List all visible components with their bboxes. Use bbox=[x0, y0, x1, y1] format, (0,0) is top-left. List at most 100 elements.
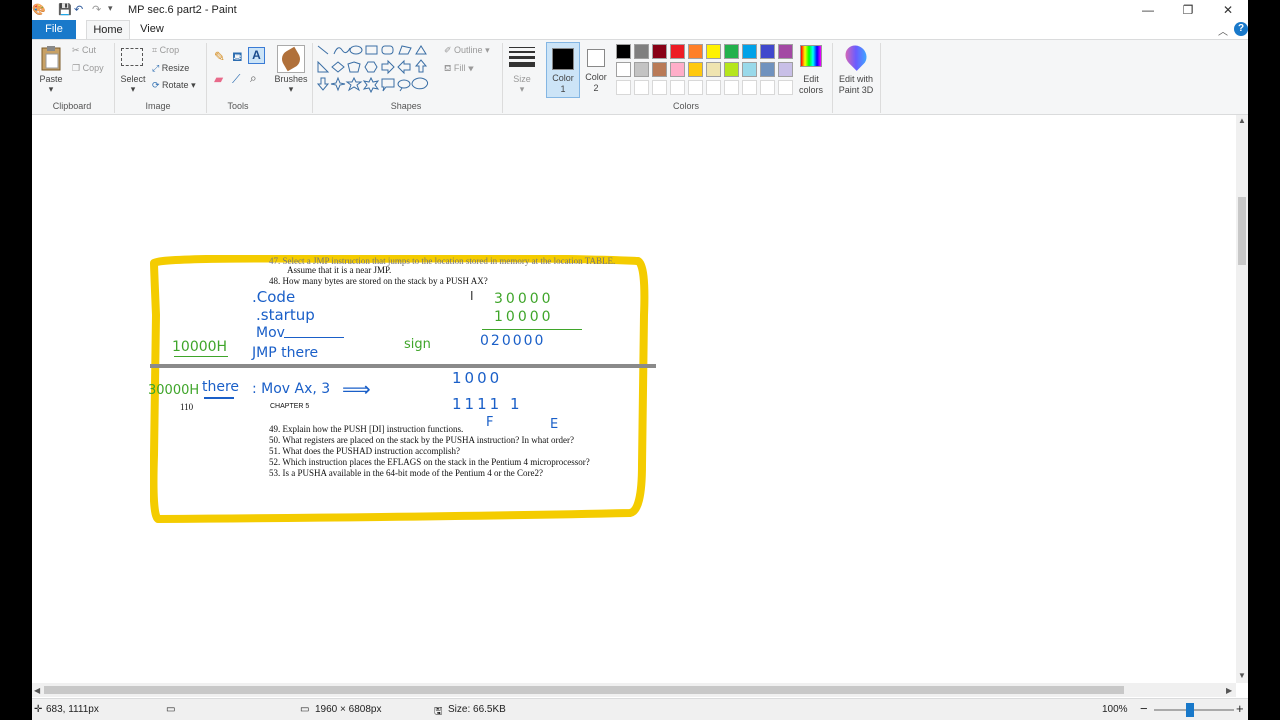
pencil-icon[interactable]: ✎ bbox=[214, 49, 225, 65]
tab-file[interactable]: File bbox=[32, 20, 76, 39]
palette-swatch[interactable] bbox=[652, 80, 667, 95]
handwritten-sign: sign bbox=[404, 337, 431, 352]
shapes-gallery[interactable] bbox=[316, 44, 436, 96]
size-button[interactable]: Size ▾ bbox=[506, 44, 538, 94]
palette-swatch[interactable] bbox=[634, 62, 649, 77]
palette-swatch[interactable] bbox=[778, 62, 793, 77]
palette-swatch[interactable] bbox=[634, 80, 649, 95]
fill-button[interactable]: ⛾ Fill ▾ bbox=[444, 63, 474, 75]
palette-swatch[interactable] bbox=[652, 44, 667, 59]
save-icon[interactable]: 💾 bbox=[58, 3, 72, 16]
tab-view[interactable]: View bbox=[132, 20, 172, 39]
horizontal-scrollbar[interactable]: ◀ ▶ bbox=[32, 683, 1236, 697]
paint3d-label: Edit with bbox=[838, 74, 873, 84]
palette-swatch[interactable] bbox=[616, 80, 631, 95]
vertical-scrollbar[interactable]: ▲ ▼ bbox=[1236, 115, 1248, 683]
palette-swatch[interactable] bbox=[760, 44, 775, 59]
palette-swatch[interactable] bbox=[652, 62, 667, 77]
minimize-icon[interactable]: — bbox=[1128, 0, 1168, 20]
palette-swatch[interactable] bbox=[616, 44, 631, 59]
palette-swatch[interactable] bbox=[778, 44, 793, 59]
palette-swatch[interactable] bbox=[778, 80, 793, 95]
palette-swatch[interactable] bbox=[706, 80, 721, 95]
text-tool-icon[interactable]: A bbox=[248, 47, 265, 64]
page-divider-line bbox=[150, 364, 656, 368]
chevron-down-icon: ▾ bbox=[188, 80, 196, 90]
undo-icon[interactable]: ↶ bbox=[74, 3, 83, 16]
zoom-slider[interactable] bbox=[1154, 709, 1234, 711]
color2-button[interactable]: Color 2 bbox=[580, 42, 614, 98]
color1-label: Color bbox=[552, 73, 574, 83]
handwritten-mov: Mov bbox=[256, 325, 285, 341]
scroll-up-icon[interactable]: ▲ bbox=[1238, 116, 1246, 125]
palette-swatch[interactable] bbox=[688, 80, 703, 95]
palette-swatch[interactable] bbox=[706, 62, 721, 77]
resize-button[interactable]: ⤢ Resize bbox=[152, 63, 189, 74]
palette-swatch[interactable] bbox=[742, 44, 757, 59]
copy-icon: ❐ bbox=[72, 63, 83, 73]
rotate-icon: ⟳ bbox=[152, 80, 163, 90]
palette-swatch[interactable] bbox=[634, 44, 649, 59]
cut-button[interactable]: ✂ Cut bbox=[72, 45, 96, 56]
paste-icon bbox=[41, 46, 61, 71]
handwritten-jmp-there: JMP there bbox=[252, 345, 319, 361]
color-picker-icon[interactable]: ⟋ bbox=[232, 72, 240, 87]
paint3d-label-2: Paint 3D bbox=[838, 85, 874, 95]
collapse-ribbon-icon[interactable]: ︿ bbox=[1218, 23, 1228, 38]
palette-swatch[interactable] bbox=[670, 44, 685, 59]
horizontal-scroll-thumb[interactable] bbox=[44, 686, 1124, 694]
vertical-scroll-thumb[interactable] bbox=[1238, 197, 1246, 265]
image-dimensions: 1960 × 6808px bbox=[315, 704, 382, 715]
status-bar: ✛ 683, 1111px ▭ ▭ 1960 × 6808px 🖫 Size: … bbox=[32, 698, 1248, 720]
palette-swatch[interactable] bbox=[688, 62, 703, 77]
copy-button[interactable]: ❐ Copy bbox=[72, 63, 104, 74]
zoom-out-icon[interactable]: − bbox=[1140, 701, 1148, 716]
edit-colors-button[interactable]: Edit colors bbox=[796, 44, 826, 96]
select-button[interactable]: Select ▾ bbox=[118, 44, 148, 94]
palette-swatch[interactable] bbox=[616, 62, 631, 77]
palette-swatch[interactable] bbox=[742, 62, 757, 77]
quick-access-dropdown-icon[interactable]: ▾ bbox=[108, 3, 113, 14]
palette-swatch[interactable] bbox=[742, 80, 757, 95]
magnifier-icon[interactable]: ⌕ bbox=[250, 71, 257, 86]
scroll-right-icon[interactable]: ▶ bbox=[1226, 686, 1232, 695]
palette-swatch[interactable] bbox=[688, 44, 703, 59]
edit-paint3d-button[interactable]: Edit with Paint 3D bbox=[836, 41, 876, 96]
palette-swatch[interactable] bbox=[724, 44, 739, 59]
color1-button[interactable]: Color 1 bbox=[546, 42, 580, 98]
eraser-icon[interactable]: ▰ bbox=[214, 72, 223, 86]
fill-bucket-icon[interactable]: ⛾ bbox=[232, 49, 243, 67]
palette-swatch[interactable] bbox=[706, 44, 721, 59]
brushes-label: Brushes bbox=[274, 74, 308, 84]
scroll-left-icon[interactable]: ◀ bbox=[34, 686, 40, 695]
zoom-in-icon[interactable]: + bbox=[1236, 701, 1244, 716]
paste-button[interactable]: Paste ▾ bbox=[38, 44, 64, 94]
close-icon[interactable]: ✕ bbox=[1208, 0, 1248, 20]
rainbow-icon bbox=[800, 45, 822, 67]
outline-button[interactable]: ✐ Outline ▾ bbox=[444, 45, 490, 56]
zoom-slider-thumb[interactable] bbox=[1186, 703, 1194, 717]
divider bbox=[880, 43, 881, 113]
tab-home[interactable]: Home bbox=[86, 20, 130, 39]
palette-swatch[interactable] bbox=[724, 80, 739, 95]
redo-icon[interactable]: ↷ bbox=[92, 3, 101, 16]
palette-swatch[interactable] bbox=[670, 62, 685, 77]
palette-swatch[interactable] bbox=[760, 80, 775, 95]
handwritten-number-30000: 30000 bbox=[494, 291, 554, 307]
canvas-workspace[interactable]: 47. Select a JMP instruction that jumps … bbox=[32, 115, 1236, 683]
scroll-down-icon[interactable]: ▼ bbox=[1238, 671, 1246, 680]
question-49: 49. Explain how the PUSH [DI] instructio… bbox=[269, 424, 464, 434]
color2-number: 2 bbox=[593, 83, 599, 93]
color-palette bbox=[616, 44, 796, 98]
palette-swatch[interactable] bbox=[724, 62, 739, 77]
crop-button[interactable]: ⌗ Crop bbox=[152, 45, 179, 56]
palette-swatch[interactable] bbox=[670, 80, 685, 95]
restore-icon[interactable]: ❐ bbox=[1168, 0, 1208, 20]
zoom-level: 100% bbox=[1102, 704, 1128, 715]
paint-app-icon: 🎨 bbox=[32, 4, 46, 16]
palette-swatch[interactable] bbox=[760, 62, 775, 77]
rotate-button[interactable]: ⟳ Rotate ▾ bbox=[152, 80, 196, 91]
brushes-button[interactable]: Brushes ▾ bbox=[274, 44, 308, 94]
paste-label: Paste bbox=[39, 74, 63, 84]
help-icon[interactable]: ? bbox=[1234, 22, 1248, 36]
